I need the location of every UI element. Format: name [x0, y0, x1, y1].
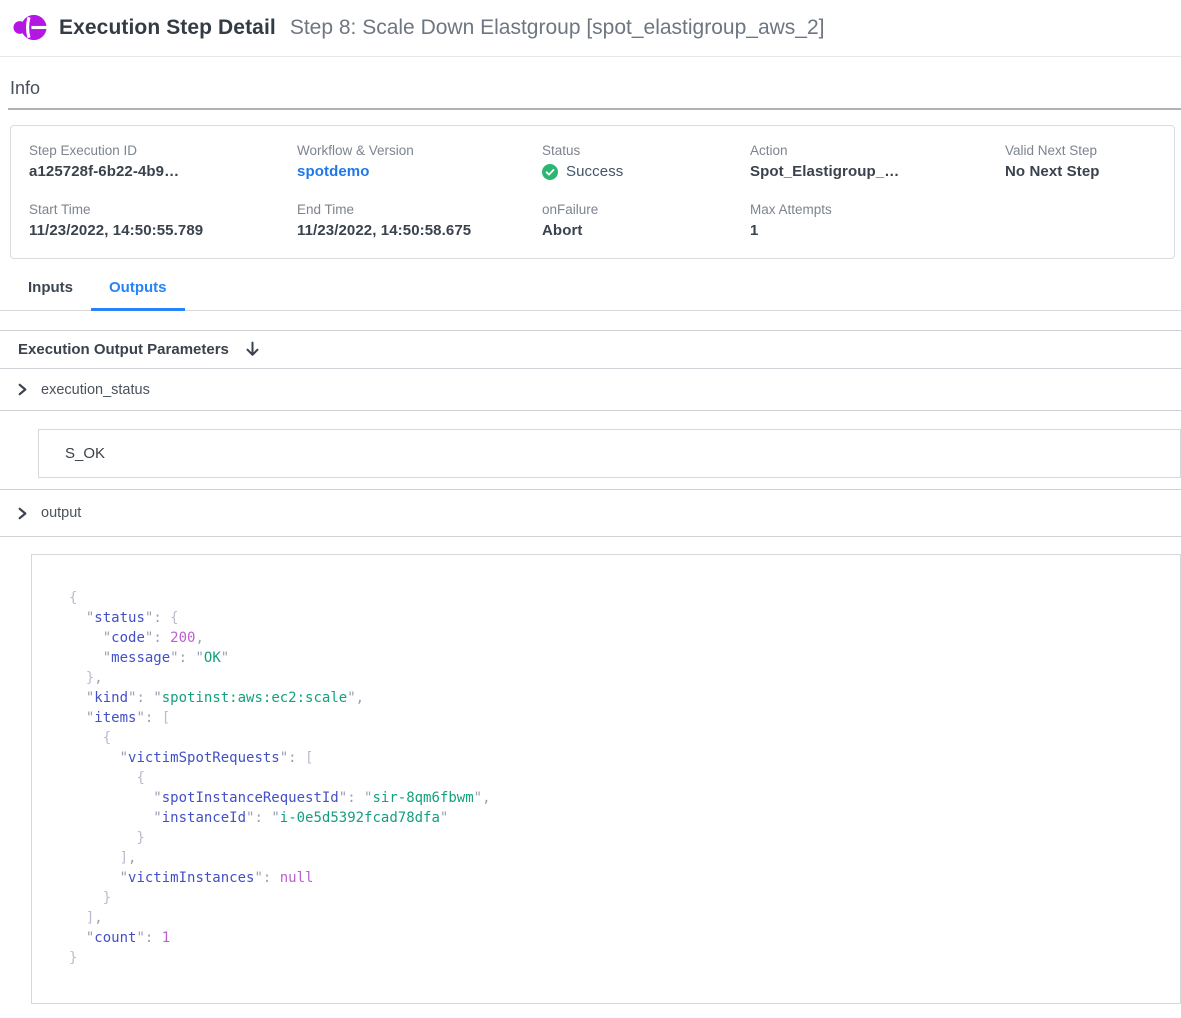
page-subtitle: Step 8: Scale Down Elastgroup [spot_elas…: [290, 16, 825, 40]
param-row-output[interactable]: output: [0, 490, 1181, 537]
execution-status-panel: S_OK: [0, 429, 1181, 490]
tab-bar: Inputs Outputs: [0, 279, 1181, 311]
download-arrow-icon[interactable]: [244, 341, 261, 358]
field-value: 11/23/2022, 14:50:58.675: [297, 222, 542, 239]
field-action: Action Spot_Elastigroup_…: [750, 143, 1005, 180]
field-label: Step Execution ID: [29, 143, 297, 158]
field-value: 11/23/2022, 14:50:55.789: [29, 222, 297, 239]
field-value: Abort: [542, 222, 750, 239]
chevron-right-icon: [15, 506, 30, 521]
spot-logo-icon: [12, 10, 47, 45]
field-value: 1: [750, 222, 1005, 239]
divider: [8, 108, 1181, 110]
tab-outputs[interactable]: Outputs: [91, 279, 185, 311]
page-header: Execution Step Detail Step 8: Scale Down…: [0, 0, 1181, 57]
info-card: Step Execution ID a125728f-6b22-4b9… Wor…: [10, 125, 1175, 259]
field-label: Valid Next Step: [1005, 143, 1154, 158]
field-label: End Time: [297, 202, 542, 217]
field-label: Max Attempts: [750, 202, 1005, 217]
workflow-link[interactable]: spotdemo: [297, 163, 542, 180]
param-name: execution_status: [41, 382, 150, 398]
chevron-right-icon: [15, 382, 30, 397]
field-value: Spot_Elastigroup_…: [750, 163, 1005, 180]
output-panel: { "status": { "code": 200, "message": "O…: [0, 554, 1181, 1004]
field-label: Status: [542, 143, 750, 158]
field-label: Workflow & Version: [297, 143, 542, 158]
output-json: { "status": { "code": 200, "message": "O…: [69, 588, 1160, 968]
param-name: output: [41, 505, 81, 521]
field-valid-next-step: Valid Next Step No Next Step: [1005, 143, 1154, 180]
field-label: onFailure: [542, 202, 750, 217]
field-start-time: Start Time 11/23/2022, 14:50:55.789: [29, 202, 297, 239]
field-label: Start Time: [29, 202, 297, 217]
field-value: a125728f-6b22-4b9…: [29, 163, 297, 180]
output-json-box: { "status": { "code": 200, "message": "O…: [31, 554, 1181, 1004]
field-workflow-version: Workflow & Version spotdemo: [297, 143, 542, 180]
info-section-title: Info: [0, 57, 1181, 108]
field-label: Action: [750, 143, 1005, 158]
status-text: Success: [566, 163, 623, 180]
field-onfailure: onFailure Abort: [542, 202, 750, 239]
execution-status-value: S_OK: [65, 445, 105, 462]
param-row-execution-status[interactable]: execution_status: [0, 369, 1181, 411]
section-title: Execution Output Parameters: [18, 341, 229, 358]
execution-status-value-box: S_OK: [38, 429, 1181, 478]
tab-inputs[interactable]: Inputs: [10, 279, 91, 310]
field-step-execution-id: Step Execution ID a125728f-6b22-4b9…: [29, 143, 297, 180]
field-status: Status Success: [542, 143, 750, 180]
status-badge: Success: [542, 163, 750, 180]
execution-output-parameters-header: Execution Output Parameters: [0, 330, 1181, 369]
field-value: No Next Step: [1005, 163, 1154, 180]
info-section: Info Step Execution ID a125728f-6b22-4b9…: [0, 57, 1181, 259]
field-max-attempts: Max Attempts 1: [750, 202, 1005, 239]
field-end-time: End Time 11/23/2022, 14:50:58.675: [297, 202, 542, 239]
field-empty: [1005, 202, 1154, 239]
success-check-icon: [542, 164, 558, 180]
page-title: Execution Step Detail: [59, 16, 276, 40]
